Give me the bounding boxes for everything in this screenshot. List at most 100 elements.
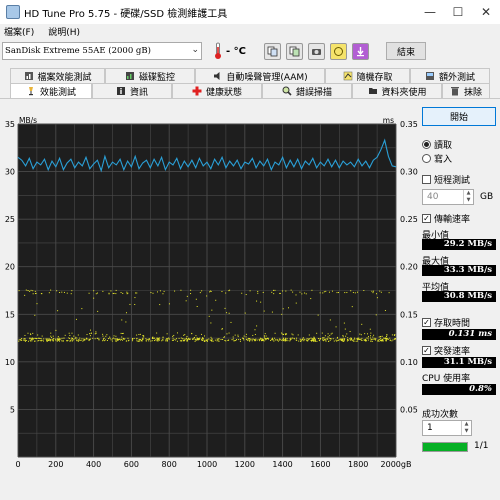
x-tick-label: 1600 [310, 460, 330, 469]
access-time-point [329, 339, 331, 341]
access-time-point [70, 339, 72, 341]
access-time-point [375, 338, 377, 340]
tab-health[interactable]: 健康狀態 [172, 83, 262, 98]
access-time-point [282, 333, 284, 335]
access-time-point [252, 338, 254, 340]
copy-icon[interactable] [264, 42, 281, 60]
access-time-point [257, 290, 259, 292]
access-time-point [92, 337, 94, 339]
tab-extra-tests[interactable]: 額外測試 [410, 68, 490, 83]
start-button[interactable]: 開始 [422, 107, 496, 126]
menu-help[interactable]: 說明(H) [48, 25, 80, 38]
access-time-point [307, 339, 309, 341]
access-time-point [23, 339, 25, 341]
access-time-point [208, 315, 210, 317]
access-time-point [232, 336, 234, 338]
access-time-point [375, 314, 377, 316]
access-time-point [203, 340, 205, 342]
access-time-point [218, 338, 220, 340]
spin-arrows-icon[interactable]: ▲ ▼ [463, 190, 473, 204]
close-icon[interactable]: ✕ [472, 0, 500, 24]
camera-icon[interactable] [308, 42, 325, 60]
access-time-point [359, 333, 361, 335]
access-time-point [56, 340, 58, 342]
access-time-point [314, 338, 316, 340]
minimize-icon[interactable]: — [416, 0, 444, 24]
tab-erase[interactable]: 抹除 [442, 83, 490, 98]
x-tick-label: 400 [86, 460, 101, 469]
tab-info[interactable]: 資訊 [92, 83, 172, 98]
access-time-point [216, 340, 218, 342]
disk-monitor-icon [125, 71, 136, 82]
read-radio[interactable]: 讀取 [422, 138, 452, 151]
access-time-point [336, 340, 338, 342]
access-time-point [264, 336, 266, 338]
access-time-point [287, 307, 289, 309]
short-test-size-input[interactable]: 40 ▲ ▼ [422, 189, 474, 205]
burst-rate-checkbox[interactable]: ✓ 突發速率 [422, 344, 470, 357]
access-time-point [163, 290, 165, 292]
access-time-point [277, 340, 279, 342]
access-time-point [281, 332, 283, 334]
read-label: 讀取 [434, 141, 453, 151]
access-time-checkbox[interactable]: ✓ 存取時間 [422, 316, 470, 329]
access-time-point [196, 305, 198, 307]
access-time-point [382, 340, 384, 342]
health-link-icon[interactable] [330, 42, 347, 60]
access-time-point [37, 340, 39, 342]
tab-folder-usage[interactable]: 資料夾使用 [352, 83, 442, 98]
access-time-point [195, 298, 197, 300]
access-time-point [32, 332, 34, 334]
access-time-point [159, 304, 161, 306]
access-time-point [142, 337, 144, 339]
access-time-point [21, 338, 23, 340]
access-time-point [347, 339, 349, 341]
access-time-point [223, 336, 225, 338]
maximize-icon[interactable]: ☐ [444, 0, 472, 24]
access-time-point [363, 290, 365, 292]
access-time-point [141, 340, 143, 342]
menu-file[interactable]: 檔案(F) [4, 25, 34, 38]
tab-row-top: 檔案效能測試 磁碟監控 自動噪聲管理(AAM) 隨機存取 額外測試 [0, 68, 500, 83]
access-time-point [150, 292, 152, 294]
access-time-point [86, 334, 88, 336]
access-time-point [241, 292, 243, 294]
access-time-point [345, 335, 347, 337]
tab-label: 自動噪聲管理(AAM) [226, 72, 308, 83]
tab-benchmark[interactable]: 效能測試 [10, 83, 92, 98]
access-time-point [316, 332, 318, 334]
copy-screenshot-icon[interactable] [286, 42, 303, 60]
access-time-point [322, 337, 324, 339]
exit-button[interactable]: 結束 [386, 42, 426, 60]
access-time-point [127, 292, 129, 294]
access-time-point [96, 337, 98, 339]
access-time-point [159, 339, 161, 341]
access-time-point [227, 339, 229, 341]
write-radio[interactable]: 寫入 [422, 152, 452, 165]
access-time-point [30, 289, 32, 291]
access-time-point [171, 339, 173, 341]
transfer-rate-checkbox[interactable]: ✓ 傳輸速率 [422, 212, 470, 225]
y-left-tick-label: 5 [10, 405, 15, 414]
short-test-box [422, 175, 431, 184]
access-time-point [72, 339, 74, 341]
y-right-tick-label: 0.25 [400, 215, 418, 224]
tab-file-benchmark[interactable]: 檔案效能測試 [10, 68, 105, 83]
save-download-icon[interactable] [352, 42, 369, 60]
access-time-point [281, 339, 283, 341]
tab-aam[interactable]: 自動噪聲管理(AAM) [195, 68, 325, 83]
drive-select[interactable]: SanDisk Extreme 55AE (2000 gB) ⌄ [2, 42, 202, 60]
pass-count-input[interactable]: 1 ▲ ▼ [422, 420, 472, 436]
access-time-point [279, 292, 281, 294]
access-time-point [43, 338, 45, 340]
access-time-point [322, 339, 324, 341]
access-time-point [237, 336, 239, 338]
access-time-point [308, 338, 310, 340]
spin-arrows-icon[interactable]: ▲ ▼ [461, 421, 471, 435]
tab-random-access[interactable]: 隨機存取 [325, 68, 410, 83]
tab-disk-monitor[interactable]: 磁碟監控 [105, 68, 195, 83]
access-time-point [38, 339, 40, 341]
access-time-point [95, 293, 97, 295]
tab-error-scan[interactable]: 錯誤掃描 [262, 83, 352, 98]
short-test-checkbox[interactable]: 短程測試 [422, 173, 470, 186]
